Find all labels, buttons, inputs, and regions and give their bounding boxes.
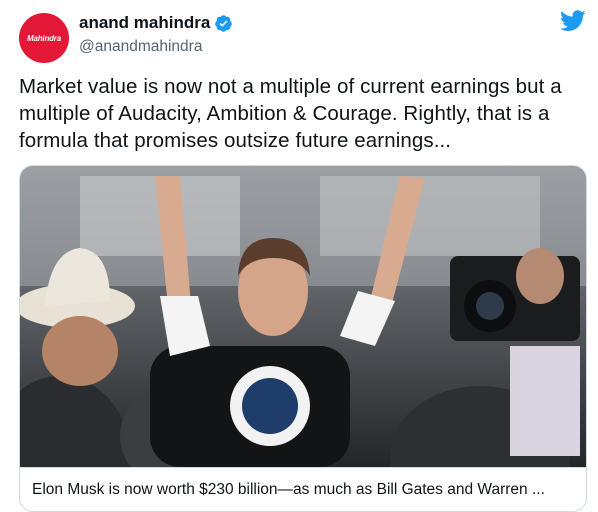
card-title[interactable]: Elon Musk is now worth $230 billion—as m… (20, 467, 586, 511)
avatar[interactable]: Mahindra (19, 13, 69, 63)
avatar-logo-text: Mahindra (27, 33, 61, 43)
verified-badge-icon (214, 14, 233, 33)
author-handle[interactable]: @anandmahindra (79, 38, 202, 56)
twitter-bird-icon[interactable] (560, 10, 586, 32)
link-card[interactable]: Elon Musk is now worth $230 billion—as m… (19, 165, 587, 512)
author-display-name[interactable]: anand mahindra (79, 13, 210, 33)
author-name-row: anand mahindra (79, 13, 233, 33)
tweet: Mahindra anand mahindra @anandmahindra M… (0, 0, 598, 512)
card-image (20, 166, 586, 467)
tweet-text: Market value is now not a multiple of cu… (19, 75, 562, 152)
